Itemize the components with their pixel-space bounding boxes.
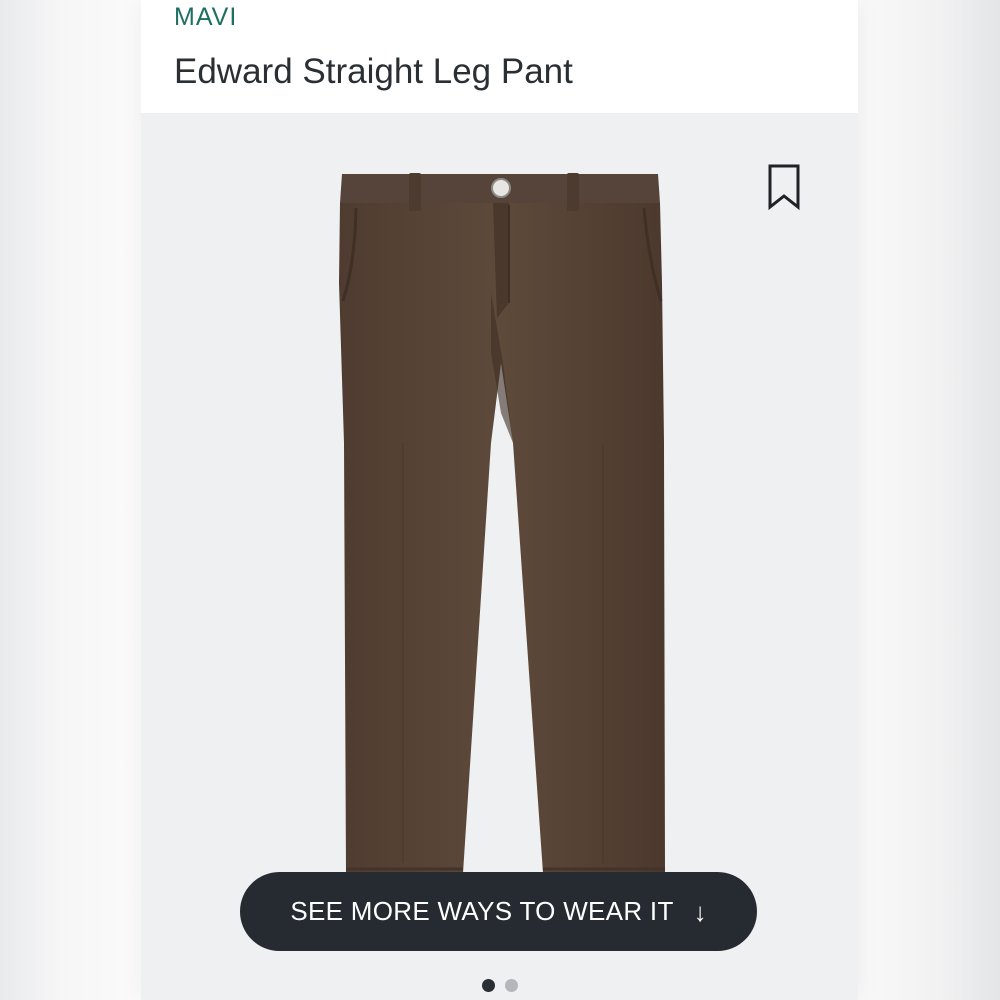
carousel-dot-1[interactable] — [481, 979, 495, 992]
see-more-label: SEE MORE WAYS TO WEAR IT — [290, 896, 674, 926]
arrow-down-icon: ↓ — [693, 896, 707, 927]
bookmark-button[interactable] — [765, 163, 805, 211]
product-image — [339, 173, 665, 873]
bookmark-icon — [768, 164, 800, 211]
product-header: MAVI Edward Straight Leg Pant — [141, 0, 858, 113]
product-title: Edward Straight Leg Pant — [174, 52, 573, 91]
see-more-ways-button[interactable]: SEE MORE WAYS TO WEAR IT ↓ — [240, 872, 757, 951]
carousel-pagination — [141, 979, 858, 992]
product-detail-screen: MAVI Edward Straight Leg Pant SEE MORE W… — [141, 0, 858, 1000]
page-backdrop-right — [858, 0, 1000, 1000]
product-image-carousel[interactable]: SEE MORE WAYS TO WEAR IT ↓ — [141, 113, 858, 1000]
carousel-dot-2[interactable] — [504, 979, 518, 992]
pant-illustration — [339, 173, 665, 873]
brand-name: MAVI — [174, 3, 238, 31]
